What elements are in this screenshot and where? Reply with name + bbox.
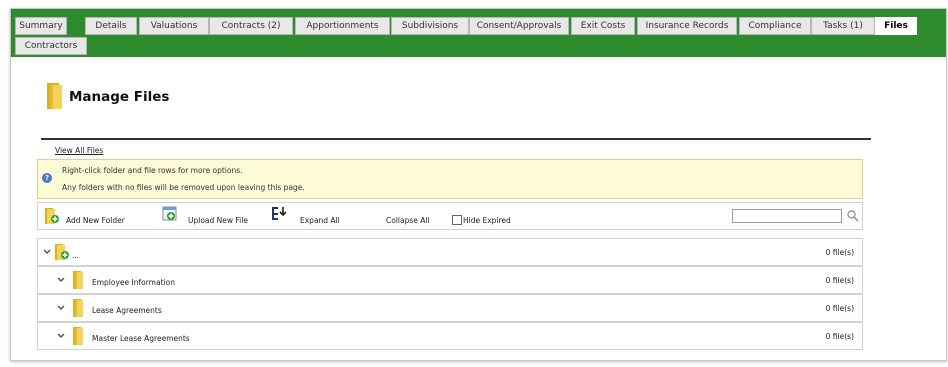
expand-all-icon[interactable]	[270, 206, 288, 226]
tree-row-label: Employee Information	[92, 278, 175, 287]
tree-row-label: Lease Agreements	[92, 306, 162, 315]
tree-row-lease-agreements[interactable]: Lease Agreements 0 file(s)	[37, 294, 863, 322]
upload-file-icon[interactable]	[162, 206, 178, 226]
tree-row-label: Master Lease Agreements	[92, 334, 190, 343]
folder-icon	[72, 270, 84, 294]
add-folder-icon	[54, 243, 70, 265]
tab-files[interactable]: Files	[875, 17, 917, 35]
chevron-down-icon[interactable]	[42, 247, 52, 257]
tab-insurance-records[interactable]: Insurance Records	[637, 17, 737, 35]
chevron-down-icon[interactable]	[56, 331, 66, 341]
info-notice: ? Right-click folder and file rows for m…	[37, 159, 863, 199]
tree-row-employee-information[interactable]: Employee Information 0 file(s)	[37, 266, 863, 294]
tree-row-label: ...	[72, 251, 80, 260]
view-all-files-link[interactable]: View All Files	[55, 146, 103, 155]
file-count: 0 file(s)	[825, 276, 854, 285]
tab-consent-approvals[interactable]: Consent/Approvals	[469, 17, 569, 35]
folder-icon	[72, 298, 84, 322]
upload-new-file-button[interactable]: Upload New File	[188, 216, 248, 225]
folder-icon	[72, 326, 84, 350]
hide-expired-label: Hide Expired	[463, 216, 511, 225]
tab-contracts[interactable]: Contracts (2)	[209, 17, 293, 35]
hide-expired-checkbox[interactable]	[452, 215, 462, 225]
notice-line-1: Right-click folder and file rows for mor…	[62, 166, 243, 175]
expand-all-button[interactable]: Expand All	[300, 216, 340, 225]
page-title: Manage Files	[69, 89, 170, 105]
tree-row-master-lease-agreements[interactable]: Master Lease Agreements 0 file(s)	[37, 322, 863, 350]
add-new-folder-button[interactable]: Add New Folder	[66, 216, 125, 225]
file-count: 0 file(s)	[825, 332, 854, 341]
tree-row-root[interactable]: ... 0 file(s)	[37, 238, 863, 266]
tab-bar: Summary Details Valuations Contracts (2)…	[11, 9, 946, 57]
file-toolbar: Add New Folder Upload New File Expand Al…	[37, 202, 863, 230]
file-count: 0 file(s)	[825, 248, 854, 257]
chevron-down-icon[interactable]	[56, 303, 66, 313]
tab-summary[interactable]: Summary	[15, 17, 67, 35]
tab-exit-costs[interactable]: Exit Costs	[571, 17, 635, 35]
tab-valuations[interactable]: Valuations	[139, 17, 209, 35]
help-icon: ?	[42, 173, 52, 183]
tab-subdivisions[interactable]: Subdivisions	[391, 17, 469, 35]
notice-line-2: Any folders with no files will be remove…	[62, 183, 305, 192]
tab-tasks[interactable]: Tasks (1)	[811, 17, 875, 35]
file-count: 0 file(s)	[825, 304, 854, 313]
tab-details[interactable]: Details	[85, 17, 137, 35]
title-divider	[41, 138, 871, 140]
tab-apportionments[interactable]: Apportionments	[295, 17, 390, 35]
collapse-all-button[interactable]: Collapse All	[386, 216, 430, 225]
chevron-down-icon[interactable]	[56, 275, 66, 285]
manage-files-folder-icon	[45, 81, 65, 115]
file-search-input[interactable]	[732, 209, 842, 223]
tab-contractors[interactable]: Contractors	[15, 37, 87, 55]
add-folder-icon[interactable]	[44, 207, 60, 229]
magnifier-icon[interactable]	[846, 208, 860, 222]
main-frame: Summary Details Valuations Contracts (2)…	[10, 8, 947, 361]
tab-compliance[interactable]: Compliance	[739, 17, 811, 35]
